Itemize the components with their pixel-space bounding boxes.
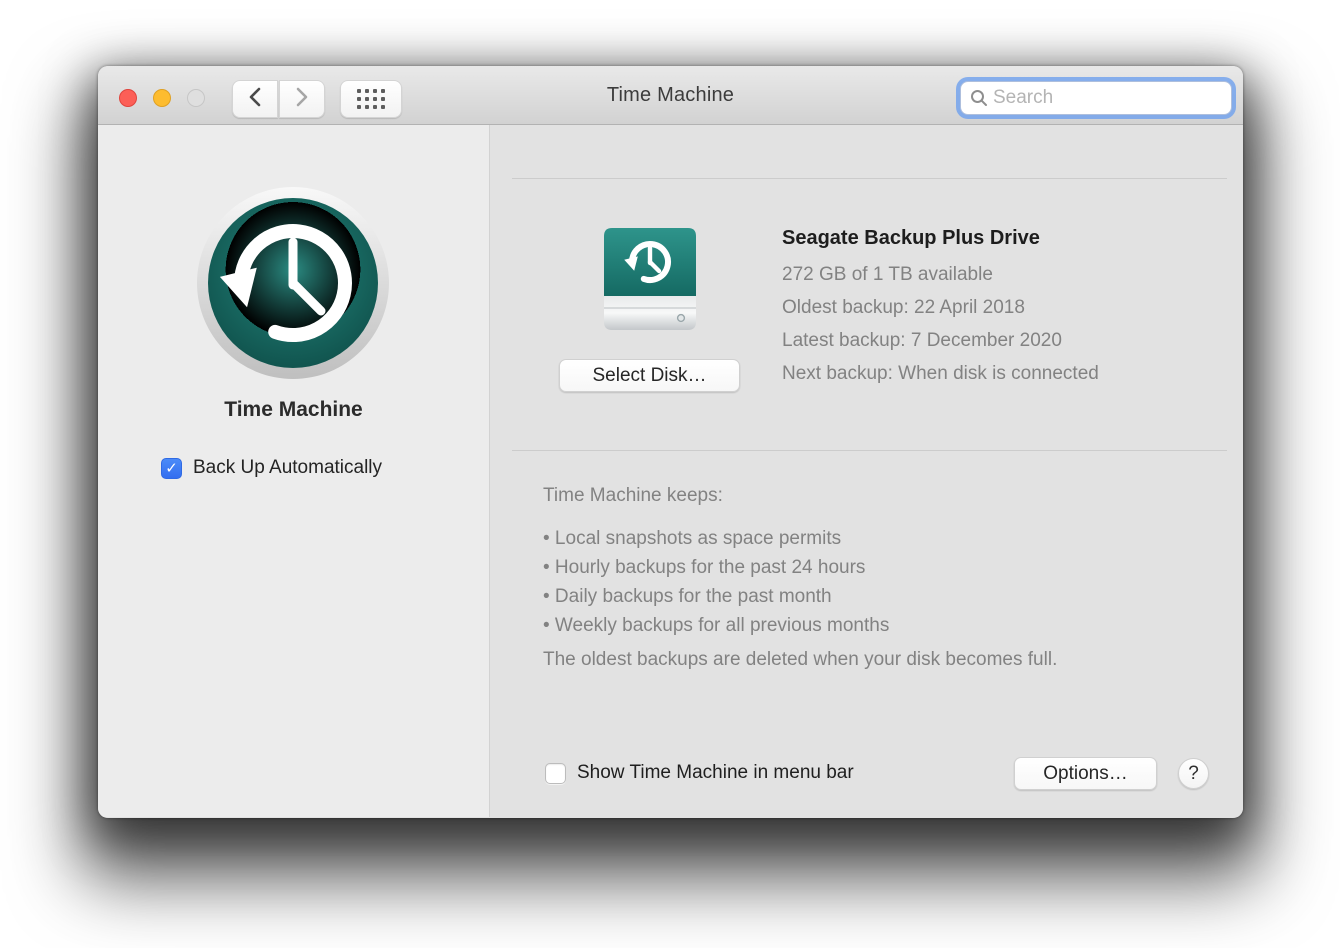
- time-machine-preferences-window: Time Machine Search Time Machine ✓ Back …: [98, 66, 1243, 818]
- disk-info-block: Seagate Backup Plus Drive 272 GB of 1 TB…: [782, 225, 1099, 390]
- backup-automatically-label: Back Up Automatically: [193, 457, 383, 478]
- main-pane: Select Disk… Seagate Backup Plus Drive 2…: [490, 125, 1243, 817]
- backup-automatically-checkbox-row[interactable]: ✓ Back Up Automatically: [161, 457, 382, 479]
- keeps-item-hourly: • Hourly backups for the past 24 hours: [543, 557, 866, 578]
- show-in-menubar-checkbox[interactable]: [545, 762, 566, 784]
- disk-next-backup: Next backup: When disk is connected: [782, 363, 1099, 384]
- keeps-heading: Time Machine keeps:: [543, 485, 723, 506]
- disk-oldest-backup: Oldest backup: 22 April 2018: [782, 297, 1025, 318]
- select-disk-button[interactable]: Select Disk…: [559, 359, 740, 392]
- search-icon: [971, 90, 987, 106]
- search-input[interactable]: [993, 87, 1238, 109]
- keeps-footnote: The oldest backups are deleted when your…: [543, 649, 1058, 670]
- time-machine-app-icon: [197, 187, 389, 379]
- show-in-menubar-label: Show Time Machine in menu bar: [577, 762, 854, 783]
- keeps-list: • Local snapshots as space permits • Hou…: [543, 524, 889, 640]
- disk-latest-backup: Latest backup: 7 December 2020: [782, 330, 1062, 351]
- keeps-item-weekly: • Weekly backups for all previous months: [543, 615, 890, 636]
- backup-automatically-checkbox[interactable]: ✓: [161, 457, 182, 479]
- help-button[interactable]: ?: [1178, 758, 1209, 789]
- separator-middle: [512, 450, 1227, 451]
- disk-name: Seagate Backup Plus Drive: [782, 227, 1040, 249]
- backup-disk-icon: [604, 228, 696, 330]
- separator-top: [512, 178, 1227, 179]
- content-area: Time Machine ✓ Back Up Automatically Sel…: [98, 125, 1243, 817]
- sidebar: Time Machine ✓ Back Up Automatically: [98, 125, 490, 817]
- show-in-menubar-checkbox-row[interactable]: Show Time Machine in menu bar: [545, 762, 854, 784]
- keeps-item-local: • Local snapshots as space permits: [543, 528, 842, 549]
- app-title-label: Time Machine: [224, 398, 363, 421]
- options-button[interactable]: Options…: [1014, 757, 1157, 790]
- title-bar: Time Machine: [98, 66, 1243, 125]
- search-field[interactable]: [960, 81, 1238, 115]
- disk-available: 272 GB of 1 TB available: [782, 264, 993, 285]
- keeps-item-daily: • Daily backups for the past month: [543, 586, 832, 607]
